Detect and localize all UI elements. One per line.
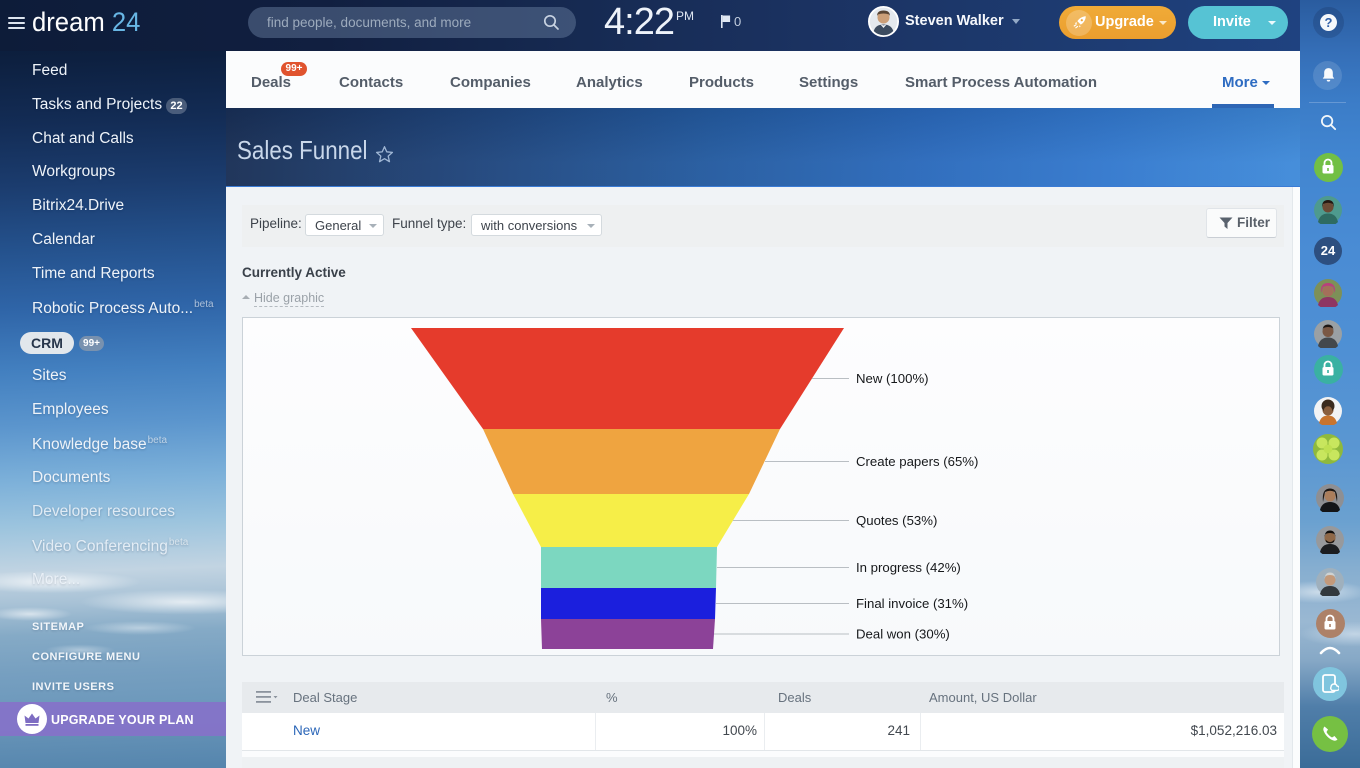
svg-text:Quotes (53%): Quotes (53%)	[856, 513, 937, 528]
svg-text:In progress (42%): In progress (42%)	[856, 560, 961, 575]
svg-text:Create papers (65%): Create papers (65%)	[856, 454, 978, 469]
svg-text:Final invoice (31%): Final invoice (31%)	[856, 596, 968, 611]
svg-text:Deal won (30%): Deal won (30%)	[856, 627, 950, 642]
svg-text:New (100%): New (100%)	[856, 371, 929, 386]
